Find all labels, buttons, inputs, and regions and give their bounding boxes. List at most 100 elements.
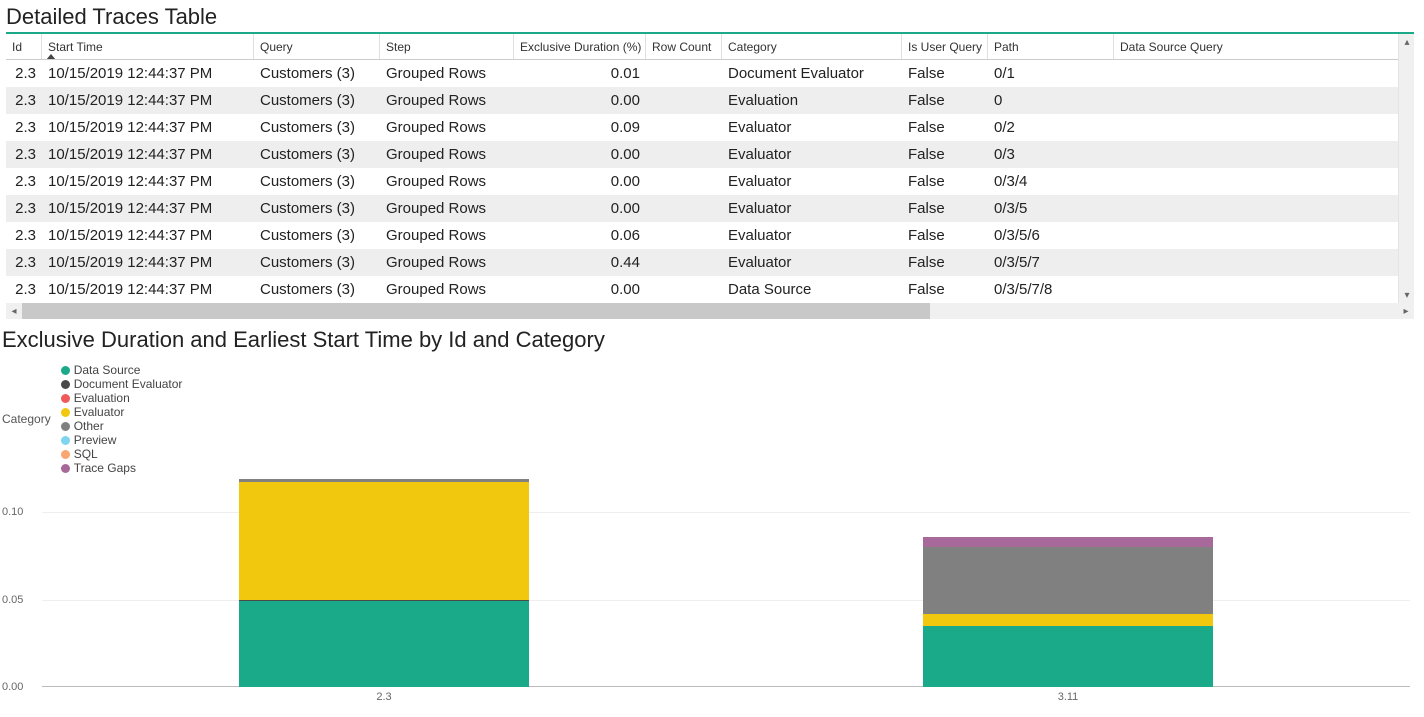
- scroll-thumb[interactable]: [22, 303, 930, 319]
- legend-item[interactable]: Document Evaluator: [61, 377, 183, 391]
- col-start-time-label: Start Time: [48, 40, 103, 54]
- cell-is-user-query: False: [902, 249, 988, 276]
- legend-swatch-icon: [61, 450, 70, 459]
- scroll-down-icon[interactable]: ▾: [1399, 287, 1415, 303]
- scroll-left-icon[interactable]: ◂: [6, 303, 22, 319]
- cell-is-user-query: False: [902, 141, 988, 168]
- cell-exclusive-duration: 0.01: [514, 60, 646, 87]
- legend-swatch-icon: [61, 408, 70, 417]
- cell-category: Evaluator: [722, 114, 902, 141]
- cell-query: Customers (3): [254, 87, 380, 114]
- bar-segment[interactable]: [923, 626, 1213, 687]
- col-id[interactable]: Id: [6, 34, 42, 59]
- cell-is-user-query: False: [902, 222, 988, 249]
- scroll-track[interactable]: [22, 303, 1398, 319]
- cell-path: 0/3/5/6: [988, 222, 1114, 249]
- col-query[interactable]: Query: [254, 34, 380, 59]
- col-start-time[interactable]: Start Time: [42, 34, 254, 59]
- legend-item[interactable]: Evaluator: [61, 405, 183, 419]
- vertical-scrollbar[interactable]: ▴ ▾: [1398, 34, 1414, 303]
- table-row[interactable]: 2.310/15/2019 12:44:37 PMCustomers (3)Gr…: [6, 168, 1414, 195]
- legend-label: Evaluation: [74, 391, 130, 405]
- table-row[interactable]: 2.310/15/2019 12:44:37 PMCustomers (3)Gr…: [6, 60, 1414, 87]
- y-axis: 0.000.050.10: [2, 477, 42, 687]
- cell-start-time: 10/15/2019 12:44:37 PM: [42, 114, 254, 141]
- legend-swatch-icon: [61, 464, 70, 473]
- y-tick-label: 0.05: [2, 594, 42, 606]
- chart-legend: Category Data SourceDocument EvaluatorEv…: [0, 359, 1424, 477]
- col-path[interactable]: Path: [988, 34, 1114, 59]
- table-row[interactable]: 2.310/15/2019 12:44:37 PMCustomers (3)Gr…: [6, 222, 1414, 249]
- cell-is-user-query: False: [902, 195, 988, 222]
- cell-row-count: [646, 168, 722, 195]
- legend-label: Document Evaluator: [74, 377, 183, 391]
- table-row[interactable]: 2.310/15/2019 12:44:37 PMCustomers (3)Gr…: [6, 276, 1414, 303]
- col-category[interactable]: Category: [722, 34, 902, 59]
- bar-segment[interactable]: [923, 537, 1213, 548]
- cell-data-source-query: [1114, 60, 1396, 87]
- table-row[interactable]: 2.310/15/2019 12:44:37 PMCustomers (3)Gr…: [6, 87, 1414, 114]
- cell-exclusive-duration: 0.00: [514, 87, 646, 114]
- col-data-source-query[interactable]: Data Source Query: [1114, 34, 1396, 59]
- cell-path: 0/1: [988, 60, 1114, 87]
- cell-row-count: [646, 276, 722, 303]
- legend-item[interactable]: Trace Gaps: [61, 461, 183, 475]
- cell-data-source-query: [1114, 141, 1396, 168]
- bar-segment[interactable]: [239, 482, 529, 599]
- bar-group[interactable]: [239, 479, 529, 687]
- cell-query: Customers (3): [254, 249, 380, 276]
- bar-segment[interactable]: [923, 547, 1213, 614]
- table-row[interactable]: 2.310/15/2019 12:44:37 PMCustomers (3)Gr…: [6, 141, 1414, 168]
- cell-start-time: 10/15/2019 12:44:37 PM: [42, 168, 254, 195]
- cell-path: 0/3/5/7: [988, 249, 1114, 276]
- legend-label: Data Source: [74, 363, 141, 377]
- cell-query: Customers (3): [254, 276, 380, 303]
- cell-query: Customers (3): [254, 114, 380, 141]
- legend-item[interactable]: Evaluation: [61, 391, 183, 405]
- cell-id: 2.3: [6, 249, 42, 276]
- cell-data-source-query: [1114, 276, 1396, 303]
- cell-path: 0/3/4: [988, 168, 1114, 195]
- scroll-up-icon[interactable]: ▴: [1399, 34, 1415, 50]
- col-row-count[interactable]: Row Count: [646, 34, 722, 59]
- cell-id: 2.3: [6, 141, 42, 168]
- col-is-user-query[interactable]: Is User Query: [902, 34, 988, 59]
- legend-swatch-icon: [61, 422, 70, 431]
- stacked-bar-chart[interactable]: 0.000.050.10 2.33.11: [2, 477, 1410, 717]
- scroll-right-icon[interactable]: ▸: [1398, 303, 1414, 319]
- col-step[interactable]: Step: [380, 34, 514, 59]
- sort-asc-icon: [46, 54, 56, 59]
- y-tick-label: 0.10: [2, 506, 42, 518]
- cell-id: 2.3: [6, 168, 42, 195]
- legend-item[interactable]: Preview: [61, 433, 183, 447]
- traces-table: Id Start Time Query Step Exclusive Durat…: [6, 32, 1414, 303]
- table-row[interactable]: 2.310/15/2019 12:44:37 PMCustomers (3)Gr…: [6, 195, 1414, 222]
- cell-exclusive-duration: 0.44: [514, 249, 646, 276]
- bar-group[interactable]: [923, 537, 1213, 688]
- cell-step: Grouped Rows: [380, 114, 514, 141]
- bar-segment[interactable]: [239, 601, 529, 687]
- cell-exclusive-duration: 0.09: [514, 114, 646, 141]
- legend-label: Preview: [74, 433, 117, 447]
- table-row[interactable]: 2.310/15/2019 12:44:37 PMCustomers (3)Gr…: [6, 114, 1414, 141]
- horizontal-scrollbar[interactable]: ◂ ▸: [6, 303, 1414, 319]
- y-tick-label: 0.00: [2, 681, 42, 693]
- cell-data-source-query: [1114, 87, 1396, 114]
- legend-item[interactable]: SQL: [61, 447, 183, 461]
- col-exclusive-duration[interactable]: Exclusive Duration (%): [514, 34, 646, 59]
- cell-step: Grouped Rows: [380, 141, 514, 168]
- cell-data-source-query: [1114, 114, 1396, 141]
- legend-item[interactable]: Data Source: [61, 363, 183, 377]
- table-row[interactable]: 2.310/15/2019 12:44:37 PMCustomers (3)Gr…: [6, 249, 1414, 276]
- cell-exclusive-duration: 0.06: [514, 222, 646, 249]
- cell-step: Grouped Rows: [380, 276, 514, 303]
- cell-step: Grouped Rows: [380, 168, 514, 195]
- cell-step: Grouped Rows: [380, 222, 514, 249]
- cell-id: 2.3: [6, 114, 42, 141]
- legend-item[interactable]: Other: [61, 419, 183, 433]
- cell-start-time: 10/15/2019 12:44:37 PM: [42, 141, 254, 168]
- cell-step: Grouped Rows: [380, 195, 514, 222]
- cell-row-count: [646, 60, 722, 87]
- bar-segment[interactable]: [923, 614, 1213, 626]
- cell-is-user-query: False: [902, 168, 988, 195]
